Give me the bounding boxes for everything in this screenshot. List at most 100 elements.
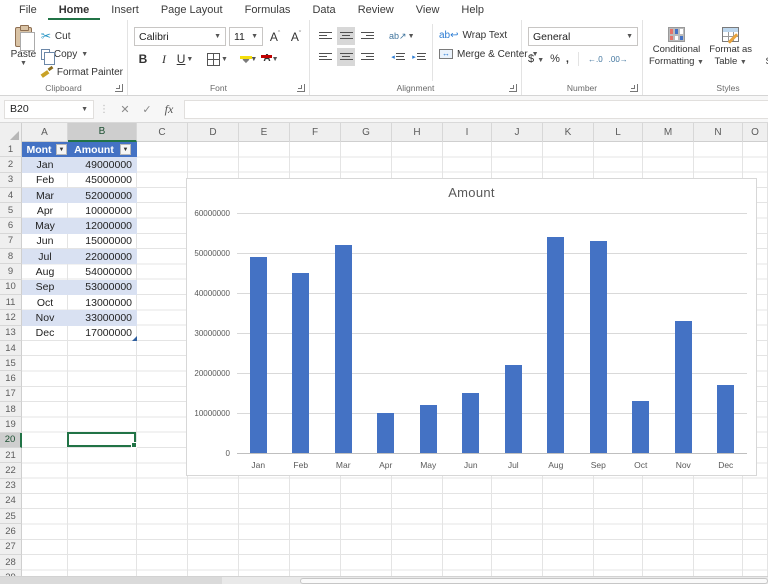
bar-jul[interactable] xyxy=(505,365,522,453)
ribbon-tab-review[interactable]: Review xyxy=(347,1,405,20)
column-header-K[interactable]: K xyxy=(543,123,594,142)
number-dialog-launcher[interactable] xyxy=(630,84,638,92)
row-header-7[interactable]: 7 xyxy=(0,234,22,249)
row-header-20[interactable]: 20 xyxy=(0,433,22,448)
row-header-27[interactable]: 27 xyxy=(0,540,22,555)
column-header-J[interactable]: J xyxy=(492,123,543,142)
month-cell[interactable]: Jun xyxy=(22,234,68,249)
column-header-O[interactable]: O xyxy=(743,123,768,142)
row-header-17[interactable]: 17 xyxy=(0,387,22,402)
align-middle-button[interactable] xyxy=(337,27,355,45)
cell-styles-button[interactable]: CellStyles ▼ xyxy=(757,24,768,81)
bar-nov[interactable] xyxy=(675,321,692,453)
row-header-15[interactable]: 15 xyxy=(0,356,22,371)
format-as-table-button[interactable]: Format asTable ▼ xyxy=(704,24,757,81)
bar-jun[interactable] xyxy=(462,393,479,453)
decrease-decimal-button[interactable]: .00→ xyxy=(609,55,628,64)
ribbon-tab-help[interactable]: Help xyxy=(450,1,495,20)
number-format-select[interactable]: General▼ xyxy=(528,27,638,46)
enter-icon[interactable]: ✓ xyxy=(136,103,158,116)
ribbon-tab-home[interactable]: Home xyxy=(48,1,101,20)
font-color-button[interactable]: A▼ xyxy=(262,50,280,68)
row-header-19[interactable]: 19 xyxy=(0,417,22,432)
align-center-button[interactable] xyxy=(337,48,355,66)
ribbon-tab-view[interactable]: View xyxy=(405,1,451,20)
row-header-23[interactable]: 23 xyxy=(0,479,22,494)
amount-chart[interactable]: Amount0100000002000000030000000400000005… xyxy=(186,178,757,476)
bold-button[interactable]: B xyxy=(134,50,152,68)
align-right-button[interactable] xyxy=(358,48,376,66)
row-header-18[interactable]: 18 xyxy=(0,402,22,417)
paste-button[interactable]: Paste ▼ xyxy=(6,24,41,81)
row-header-16[interactable]: 16 xyxy=(0,371,22,386)
increase-indent-button[interactable]: ▸ xyxy=(410,48,428,66)
month-cell[interactable]: Dec xyxy=(22,326,68,341)
italic-button[interactable]: I xyxy=(155,50,173,68)
table-resize-handle[interactable] xyxy=(132,336,137,341)
month-cell[interactable]: Jul xyxy=(22,249,68,264)
amount-cell[interactable]: 54000000 xyxy=(68,264,137,279)
bar-oct[interactable] xyxy=(632,401,649,453)
name-box-dropdown-icon[interactable]: ▼ xyxy=(81,106,88,113)
amount-cell[interactable]: 45000000 xyxy=(68,173,137,188)
paste-dropdown-icon[interactable]: ▼ xyxy=(20,60,27,67)
row-header-3[interactable]: 3 xyxy=(0,173,22,188)
month-cell[interactable]: May xyxy=(22,218,68,233)
orientation-button[interactable]: ab↗▼ xyxy=(389,27,415,45)
decrease-font-size-button[interactable]: Aˇ xyxy=(287,28,305,46)
column-header-M[interactable]: M xyxy=(643,123,694,142)
column-header-E[interactable]: E xyxy=(239,123,290,142)
sheet-grid[interactable]: 1234567891011121314151617181920212223242… xyxy=(0,142,768,576)
column-header-B[interactable]: B xyxy=(68,123,137,142)
copy-button[interactable]: Copy ▼ xyxy=(41,46,123,62)
row-header-11[interactable]: 11 xyxy=(0,295,22,310)
ribbon-tab-data[interactable]: Data xyxy=(301,1,346,20)
bar-aug[interactable] xyxy=(547,237,564,453)
amount-cell[interactable]: 53000000 xyxy=(68,280,137,295)
alignment-dialog-launcher[interactable] xyxy=(509,84,517,92)
row-header-4[interactable]: 4 xyxy=(0,188,22,203)
column-header-A[interactable]: A xyxy=(22,123,68,142)
amount-cell[interactable]: 49000000 xyxy=(68,157,137,172)
ribbon-tab-file[interactable]: File xyxy=(8,1,48,20)
align-bottom-button[interactable] xyxy=(358,27,376,45)
select-all-corner[interactable] xyxy=(0,123,22,142)
insert-function-icon[interactable]: fx xyxy=(158,102,180,117)
clipboard-dialog-launcher[interactable] xyxy=(115,84,123,92)
column-header-G[interactable]: G xyxy=(341,123,392,142)
chart-title[interactable]: Amount xyxy=(187,185,756,200)
bar-sep[interactable] xyxy=(590,241,607,453)
amount-cell[interactable]: 10000000 xyxy=(68,203,137,218)
bar-feb[interactable] xyxy=(292,273,309,453)
format-painter-button[interactable]: Format Painter xyxy=(41,64,123,80)
row-header-12[interactable]: 12 xyxy=(0,310,22,325)
row-header-9[interactable]: 9 xyxy=(0,264,22,279)
row-header-1[interactable]: 1 xyxy=(0,142,22,157)
row-header-10[interactable]: 10 xyxy=(0,280,22,295)
percent-style-button[interactable]: % xyxy=(550,53,560,65)
row-header-5[interactable]: 5 xyxy=(0,203,22,218)
month-cell[interactable]: Apr xyxy=(22,203,68,218)
month-cell[interactable]: Nov xyxy=(22,310,68,325)
copy-dropdown-icon[interactable]: ▼ xyxy=(81,51,88,58)
column-header-H[interactable]: H xyxy=(392,123,443,142)
amount-cell[interactable]: 52000000 xyxy=(68,188,137,203)
month-cell[interactable]: Oct xyxy=(22,295,68,310)
ribbon-tab-page-layout[interactable]: Page Layout xyxy=(150,1,234,20)
fill-color-button[interactable]: ◆▼ xyxy=(241,50,259,68)
name-box[interactable]: B20 ▼ xyxy=(4,100,94,119)
increase-font-size-button[interactable]: Aˆ xyxy=(266,28,284,46)
column-header-D[interactable]: D xyxy=(188,123,239,142)
row-header-24[interactable]: 24 xyxy=(0,494,22,509)
cut-button[interactable]: ✂ Cut xyxy=(41,28,123,44)
amount-cell[interactable]: 13000000 xyxy=(68,295,137,310)
month-cell[interactable]: Feb xyxy=(22,173,68,188)
row-header-2[interactable]: 2 xyxy=(0,157,22,172)
column-header-F[interactable]: F xyxy=(290,123,341,142)
month-cell[interactable]: Sep xyxy=(22,280,68,295)
row-header-21[interactable]: 21 xyxy=(0,448,22,463)
bar-dec[interactable] xyxy=(717,385,734,453)
formula-input[interactable] xyxy=(184,100,768,119)
row-header-14[interactable]: 14 xyxy=(0,341,22,356)
font-dialog-launcher[interactable] xyxy=(297,84,305,92)
